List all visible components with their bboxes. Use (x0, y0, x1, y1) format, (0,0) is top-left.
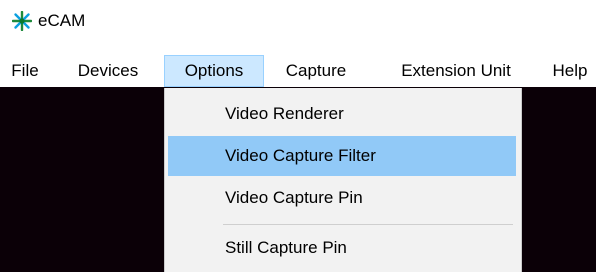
menu-item-video-capture-filter[interactable]: Video Capture Filter (168, 136, 516, 176)
menu-capture[interactable]: Capture (270, 55, 362, 87)
menu-bar: File Devices Options Capture Extension U… (0, 55, 596, 87)
menu-devices[interactable]: Devices (66, 55, 150, 87)
menu-item-video-capture-pin[interactable]: Video Capture Pin (168, 178, 516, 218)
ecam-starburst-icon (11, 10, 33, 32)
menu-extension-unit[interactable]: Extension Unit (378, 55, 534, 87)
menu-file[interactable]: File (6, 55, 44, 87)
menu-separator (223, 224, 513, 225)
title-bar: eCAM (0, 0, 596, 44)
menu-item-video-renderer[interactable]: Video Renderer (168, 94, 516, 134)
options-dropdown-menu: Video Renderer Video Capture Filter Vide… (164, 88, 522, 272)
menu-help[interactable]: Help (544, 55, 596, 87)
window-title: eCAM (38, 11, 86, 30)
menu-item-still-capture-pin[interactable]: Still Capture Pin (168, 228, 516, 268)
menu-options[interactable]: Options (164, 55, 264, 87)
